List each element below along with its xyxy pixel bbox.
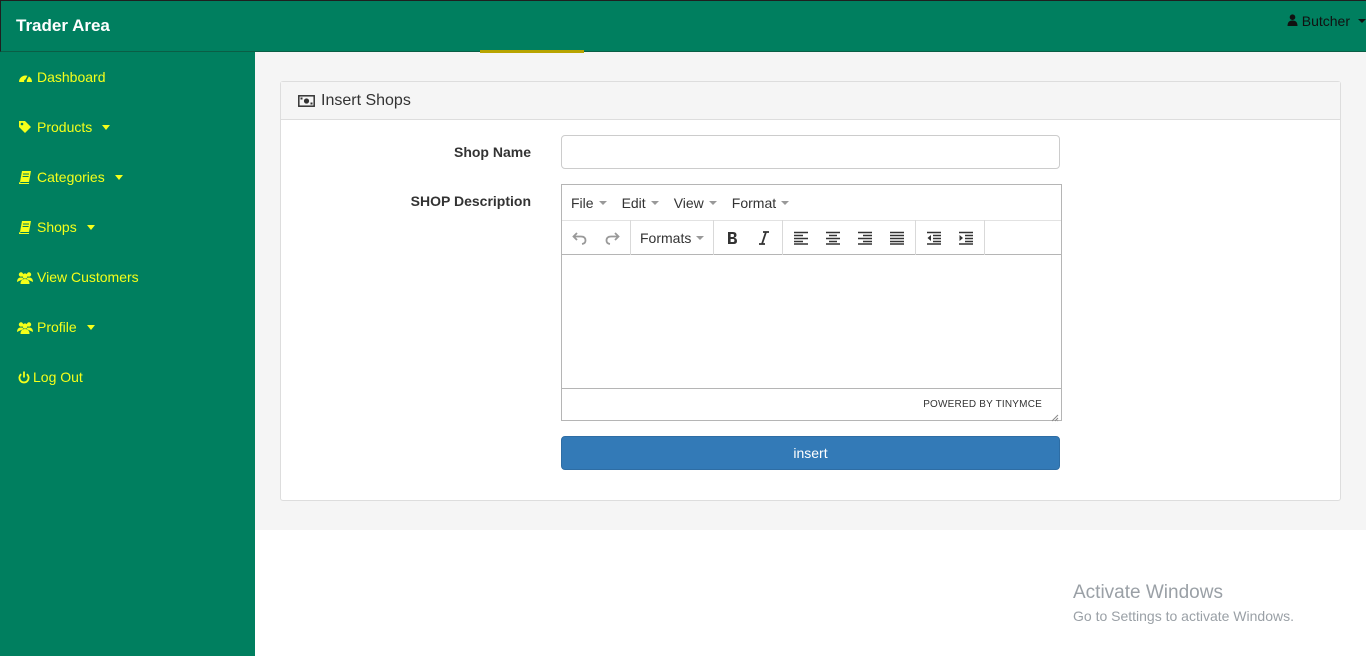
sidebar-item-label: Log Out (33, 369, 83, 385)
sidebar-item-categories[interactable]: Categories (17, 167, 123, 187)
align-left-icon[interactable] (785, 223, 817, 253)
editor-statusbar: POWERED BY TINYMCE (562, 389, 1061, 422)
shop-name-label: Shop Name (453, 144, 531, 160)
chevron-down-icon (781, 200, 790, 205)
watermark-title: Activate Windows (1073, 582, 1223, 603)
sidebar-item-profile[interactable]: Profile (17, 317, 95, 337)
formats-dropdown[interactable]: Formats (633, 223, 711, 253)
menu-file[interactable]: File (571, 195, 607, 211)
alignment-group (783, 220, 917, 255)
align-justify-icon[interactable] (881, 223, 913, 253)
chevron-down-icon (86, 224, 95, 230)
power-icon (17, 369, 30, 385)
sidebar-item-dashboard[interactable]: Dashboard (17, 67, 106, 87)
indent-group (916, 220, 986, 255)
align-center-icon[interactable] (817, 223, 849, 253)
editor-content-area[interactable] (562, 255, 1061, 389)
sidebar-item-label: Dashboard (37, 69, 106, 85)
brand-title[interactable]: Trader Area (16, 16, 110, 36)
sidebar-item-shops[interactable]: Shops (17, 217, 95, 237)
shop-description-label: SHOP Description (410, 193, 531, 209)
menu-view[interactable]: View (674, 195, 717, 211)
money-icon (298, 94, 315, 107)
user-icon (1287, 13, 1298, 29)
italic-icon[interactable] (748, 223, 780, 253)
sidebar-item-label: Profile (37, 319, 77, 335)
users-icon (17, 269, 33, 285)
redo-icon[interactable] (596, 223, 628, 253)
chevron-down-icon (696, 235, 705, 240)
shop-name-input[interactable] (561, 135, 1060, 169)
watermark-subtitle: Go to Settings to activate Windows. (1073, 608, 1294, 624)
text-style-group (714, 220, 784, 255)
resize-handle-icon[interactable] (1050, 409, 1059, 422)
editor-menubar: File Edit View Format (562, 185, 1061, 220)
chevron-down-icon (650, 200, 659, 205)
top-navbar: Trader Area Butcher (0, 0, 1366, 52)
menu-edit[interactable]: Edit (622, 195, 659, 211)
sidebar-item-label: Products (37, 119, 93, 135)
editor-toolbar: Formats (562, 220, 1061, 255)
sidebar-item-products[interactable]: Products (17, 117, 111, 137)
bold-icon[interactable] (716, 223, 748, 253)
decorative-strip (480, 50, 584, 53)
panel-heading: Insert Shops (281, 82, 1340, 120)
align-right-icon[interactable] (849, 223, 881, 253)
outdent-icon[interactable] (918, 223, 950, 253)
powered-by-link[interactable]: POWERED BY TINYMCE (923, 399, 1042, 410)
book-icon (17, 169, 33, 185)
tag-icon (17, 119, 33, 135)
sidebar (0, 52, 255, 656)
chevron-down-icon (1358, 19, 1366, 23)
user-name: Butcher (1301, 13, 1350, 29)
history-group (562, 220, 631, 255)
insert-button[interactable]: insert (561, 436, 1060, 470)
panel-title: Insert Shops (321, 91, 411, 109)
sidebar-item-view-customers[interactable]: View Customers (17, 267, 139, 287)
book-icon (17, 219, 33, 235)
formats-group: Formats (631, 220, 715, 255)
menu-format[interactable]: Format (732, 195, 790, 211)
rich-text-editor: File Edit View Format Formats POWERED BY… (561, 184, 1062, 422)
undo-icon[interactable] (564, 223, 596, 253)
user-menu[interactable]: Butcher (1287, 13, 1366, 29)
windows-activation-watermark: Activate Windows Go to Settings to activ… (1073, 582, 1294, 624)
chevron-down-icon (598, 200, 607, 205)
sidebar-item-label: Categories (37, 169, 105, 185)
dashboard-icon (17, 69, 33, 85)
chevron-down-icon (708, 200, 717, 205)
indent-icon[interactable] (950, 223, 982, 253)
sidebar-item-label: Shops (37, 219, 77, 235)
users-icon (17, 319, 33, 335)
chevron-down-icon (114, 174, 123, 180)
chevron-down-icon (86, 324, 95, 330)
sidebar-item-label: View Customers (37, 269, 139, 285)
sidebar-item-logout[interactable]: Log Out (17, 367, 83, 387)
chevron-down-icon (102, 124, 111, 130)
